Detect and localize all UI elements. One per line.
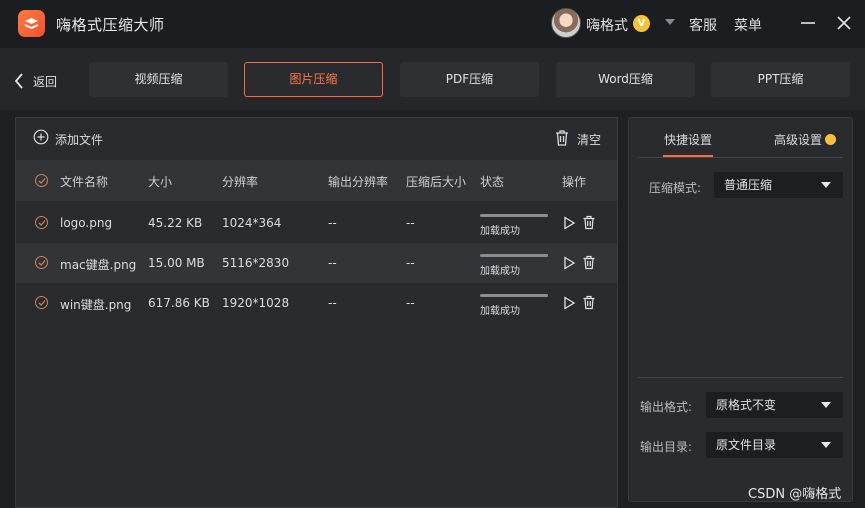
compress-mode-value: 普通压缩 — [724, 178, 773, 192]
add-circle-icon — [33, 129, 49, 145]
output-dir-select[interactable]: 原文件目录 — [706, 432, 843, 458]
tab-image[interactable]: 图片压缩 — [244, 62, 383, 97]
header-size: 大小 — [148, 175, 173, 189]
header-file-name: 文件名称 — [60, 175, 109, 189]
add-file-button[interactable]: 添加文件 — [33, 129, 103, 147]
file-resolution: 5116*2830 — [222, 256, 290, 270]
output-format-select[interactable]: 原格式不变 — [706, 392, 843, 418]
status-text: 加载成功 — [480, 226, 520, 237]
app-title: 嗨格式压缩大师 — [56, 16, 165, 34]
status-progress-bar — [480, 254, 548, 257]
app-logo-icon — [18, 10, 45, 37]
file-name: win键盘.png — [60, 298, 132, 312]
table-row[interactable]: win键盘.png 617.86 KB 1920*1028 -- -- 加载成功 — [16, 283, 617, 323]
status-text: 加载成功 — [480, 266, 520, 277]
file-size: 15.00 MB — [148, 256, 205, 270]
settings-section-divider — [638, 377, 843, 378]
user-menu-caret-icon[interactable] — [665, 19, 675, 25]
check-icon — [38, 260, 46, 266]
tab-video[interactable]: 视频压缩 — [89, 62, 228, 97]
file-size: 45.22 KB — [148, 216, 203, 230]
play-icon[interactable] — [562, 215, 576, 234]
chevron-down-icon — [821, 442, 831, 448]
clear-button[interactable]: 清空 — [554, 129, 601, 147]
table-header: 文件名称 大小 分辨率 输出分辨率 压缩后大小 状态 操作 — [16, 160, 617, 201]
table-row[interactable]: mac键盘.png 15.00 MB 5116*2830 -- -- 加载成功 — [16, 243, 617, 283]
minimize-icon[interactable] — [797, 12, 819, 34]
tab-ppt[interactable]: PPT压缩 — [711, 62, 850, 97]
output-dir-label: 输出目录: — [640, 440, 693, 454]
vip-badge-icon: V — [633, 15, 650, 32]
play-icon[interactable] — [562, 295, 576, 314]
clear-label: 清空 — [577, 133, 602, 147]
coin-icon — [825, 134, 837, 145]
file-resolution: 1920*1028 — [222, 296, 290, 310]
compressed-size: -- — [406, 296, 415, 310]
tab-quick-settings[interactable]: 快捷设置 — [664, 131, 712, 148]
username[interactable]: 嗨格式 — [586, 15, 628, 35]
add-file-label: 添加文件 — [55, 133, 104, 147]
header-output-resolution: 输出分辨率 — [328, 175, 389, 189]
tab-advanced-label: 高级设置 — [774, 133, 823, 147]
check-icon — [38, 300, 46, 306]
status-progress-bar — [480, 214, 548, 217]
header-compressed-size: 压缩后大小 — [406, 175, 467, 189]
output-resolution: -- — [328, 296, 337, 310]
compressed-size: -- — [406, 256, 415, 270]
status-progress-bar — [480, 294, 548, 297]
table-row[interactable]: logo.png 45.22 KB 1024*364 -- -- 加载成功 — [16, 203, 617, 243]
file-name: logo.png — [60, 216, 113, 230]
header-status: 状态 — [480, 175, 505, 189]
avatar[interactable] — [551, 8, 581, 38]
row-checkbox[interactable] — [35, 296, 48, 309]
output-resolution: -- — [328, 256, 337, 270]
check-icon — [38, 220, 46, 226]
chevron-left-icon — [14, 73, 23, 89]
check-icon — [38, 178, 46, 184]
support-link[interactable]: 客服 — [689, 15, 717, 35]
compress-mode-select[interactable]: 普通压缩 — [714, 172, 843, 198]
status-text: 加载成功 — [480, 306, 520, 317]
compressed-size: -- — [406, 216, 415, 230]
trash-icon — [556, 130, 568, 146]
header-actions: 操作 — [562, 175, 587, 189]
chevron-down-icon — [821, 402, 831, 408]
close-icon[interactable] — [833, 12, 855, 34]
delete-icon[interactable] — [582, 295, 596, 314]
watermark: CSDN @嗨格式 — [748, 487, 842, 502]
file-resolution: 1024*364 — [222, 216, 282, 230]
tab-pdf[interactable]: PDF压缩 — [400, 62, 539, 97]
select-all-checkbox[interactable] — [35, 174, 48, 187]
settings-tab-divider — [638, 157, 843, 158]
delete-icon[interactable] — [582, 255, 596, 274]
row-checkbox[interactable] — [35, 216, 48, 229]
file-name: mac键盘.png — [60, 258, 137, 272]
play-icon[interactable] — [562, 255, 576, 274]
tab-word[interactable]: Word压缩 — [556, 62, 695, 97]
output-dir-value: 原文件目录 — [716, 438, 777, 452]
output-format-label: 输出格式: — [640, 400, 693, 414]
active-tab-underline — [663, 155, 713, 157]
compress-mode-label: 压缩模式: — [649, 181, 702, 195]
output-resolution: -- — [328, 216, 337, 230]
file-size: 617.86 KB — [148, 296, 210, 310]
output-format-value: 原格式不变 — [716, 398, 777, 412]
menu-link[interactable]: 菜单 — [734, 15, 762, 35]
delete-icon[interactable] — [582, 215, 596, 234]
row-checkbox[interactable] — [35, 256, 48, 269]
header-resolution: 分辨率 — [222, 175, 259, 189]
chevron-down-icon — [821, 182, 831, 188]
tab-advanced-settings[interactable]: 高级设置 — [774, 131, 837, 148]
back-label: 返回 — [33, 75, 58, 89]
